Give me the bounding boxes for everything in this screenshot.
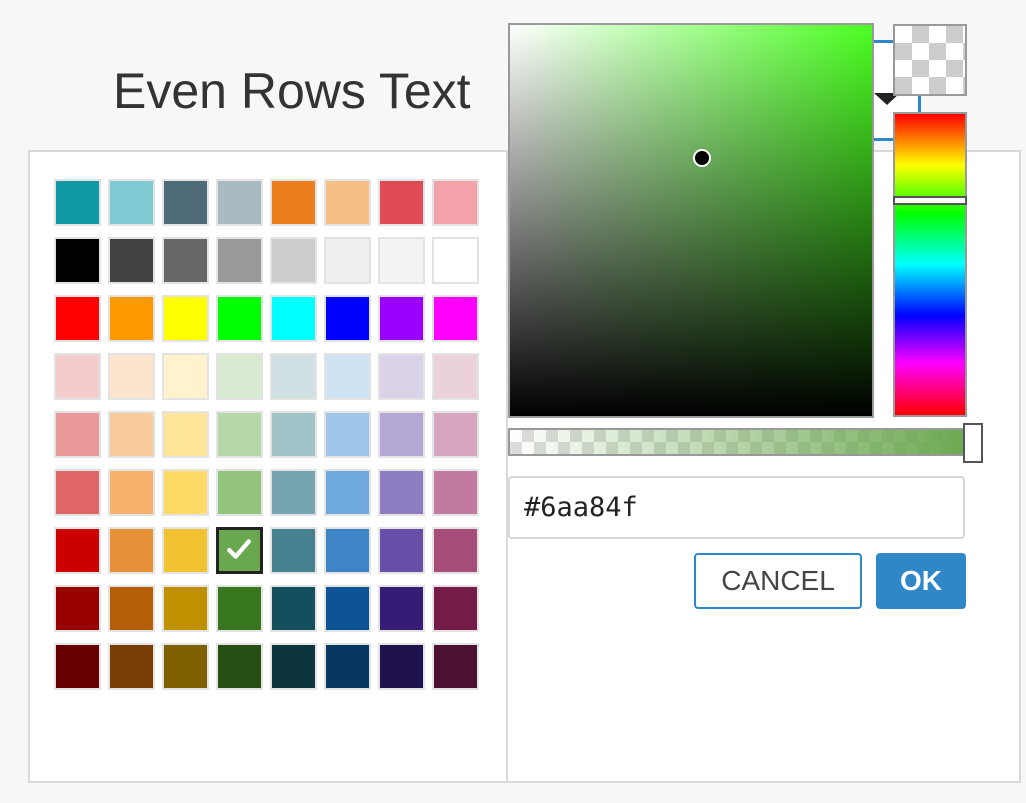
palette-swatch[interactable]	[162, 411, 209, 458]
ok-button[interactable]: OK	[876, 553, 966, 609]
saturation-value-area[interactable]	[508, 23, 874, 418]
palette-swatch[interactable]	[162, 527, 209, 574]
checkerboard-icon[interactable]	[893, 24, 967, 96]
palette-swatch[interactable]	[432, 643, 479, 690]
palette-swatch[interactable]	[108, 527, 155, 574]
palette-swatch[interactable]	[108, 585, 155, 632]
palette-swatch[interactable]	[54, 237, 101, 284]
palette-swatch[interactable]	[54, 585, 101, 632]
palette-swatch[interactable]	[216, 237, 263, 284]
palette-swatch[interactable]	[216, 469, 263, 516]
palette-swatch[interactable]	[324, 237, 371, 284]
palette-swatch[interactable]	[270, 411, 317, 458]
palette-swatch[interactable]	[216, 527, 263, 574]
palette-swatch[interactable]	[432, 295, 479, 342]
palette-swatch[interactable]	[270, 353, 317, 400]
palette-swatch[interactable]	[378, 643, 425, 690]
palette-swatch[interactable]	[270, 585, 317, 632]
palette-swatch[interactable]	[108, 469, 155, 516]
palette-swatch[interactable]	[324, 527, 371, 574]
palette-swatch[interactable]	[162, 179, 209, 226]
palette-swatch[interactable]	[162, 237, 209, 284]
palette-swatch[interactable]	[378, 353, 425, 400]
hex-color-input[interactable]	[508, 476, 965, 539]
palette-swatch[interactable]	[324, 469, 371, 516]
palette-swatch[interactable]	[432, 527, 479, 574]
palette-swatch[interactable]	[378, 179, 425, 226]
palette-swatch[interactable]	[54, 527, 101, 574]
palette-swatch[interactable]	[270, 643, 317, 690]
checkmark-icon	[227, 539, 251, 559]
palette-swatch[interactable]	[432, 411, 479, 458]
palette-swatch[interactable]	[378, 585, 425, 632]
palette-swatch[interactable]	[216, 295, 263, 342]
opacity-slider-handle[interactable]	[963, 423, 983, 463]
palette-swatch[interactable]	[324, 643, 371, 690]
value-gradient	[510, 25, 872, 416]
palette-swatch[interactable]	[54, 179, 101, 226]
palette-swatch[interactable]	[324, 179, 371, 226]
palette-swatch[interactable]	[108, 411, 155, 458]
palette-swatch[interactable]	[432, 469, 479, 516]
palette-swatch[interactable]	[270, 237, 317, 284]
palette-swatch[interactable]	[270, 469, 317, 516]
palette-swatch[interactable]	[108, 237, 155, 284]
palette-swatch[interactable]	[162, 469, 209, 516]
palette-swatch[interactable]	[432, 353, 479, 400]
palette-swatch[interactable]	[162, 585, 209, 632]
palette-swatch[interactable]	[378, 469, 425, 516]
palette-swatch[interactable]	[54, 411, 101, 458]
palette-swatch[interactable]	[432, 237, 479, 284]
palette-swatch[interactable]	[54, 295, 101, 342]
hue-slider-handle[interactable]	[893, 196, 967, 206]
palette-swatch[interactable]	[324, 295, 371, 342]
palette-swatch[interactable]	[216, 179, 263, 226]
setting-label: Even Rows Text	[113, 63, 471, 119]
palette-swatch[interactable]	[432, 179, 479, 226]
palette-swatch[interactable]	[54, 643, 101, 690]
palette-swatch[interactable]	[378, 411, 425, 458]
palette-swatch[interactable]	[324, 353, 371, 400]
palette-swatch[interactable]	[216, 353, 263, 400]
palette-swatch[interactable]	[162, 295, 209, 342]
cancel-button[interactable]: CANCEL	[694, 553, 862, 609]
palette-swatch[interactable]	[270, 179, 317, 226]
palette-swatch[interactable]	[108, 179, 155, 226]
palette-swatch[interactable]	[432, 585, 479, 632]
palette-swatch[interactable]	[108, 643, 155, 690]
palette-swatch[interactable]	[162, 353, 209, 400]
palette-swatch[interactable]	[162, 643, 209, 690]
palette-swatch[interactable]	[270, 295, 317, 342]
palette-swatch[interactable]	[108, 353, 155, 400]
palette-swatch[interactable]	[108, 295, 155, 342]
opacity-gradient	[510, 430, 973, 454]
palette-swatch[interactable]	[270, 527, 317, 574]
palette-swatch[interactable]	[216, 643, 263, 690]
color-selection-cursor[interactable]	[692, 148, 711, 167]
palette-swatch[interactable]	[54, 469, 101, 516]
color-palette-grid	[54, 179, 479, 690]
palette-swatch[interactable]	[216, 411, 263, 458]
palette-swatch[interactable]	[54, 353, 101, 400]
palette-swatch[interactable]	[378, 237, 425, 284]
hue-slider[interactable]	[893, 112, 967, 417]
palette-swatch[interactable]	[324, 411, 371, 458]
palette-swatch[interactable]	[378, 295, 425, 342]
palette-swatch[interactable]	[378, 527, 425, 574]
palette-swatch[interactable]	[216, 585, 263, 632]
opacity-slider[interactable]	[508, 423, 983, 463]
palette-swatch[interactable]	[324, 585, 371, 632]
